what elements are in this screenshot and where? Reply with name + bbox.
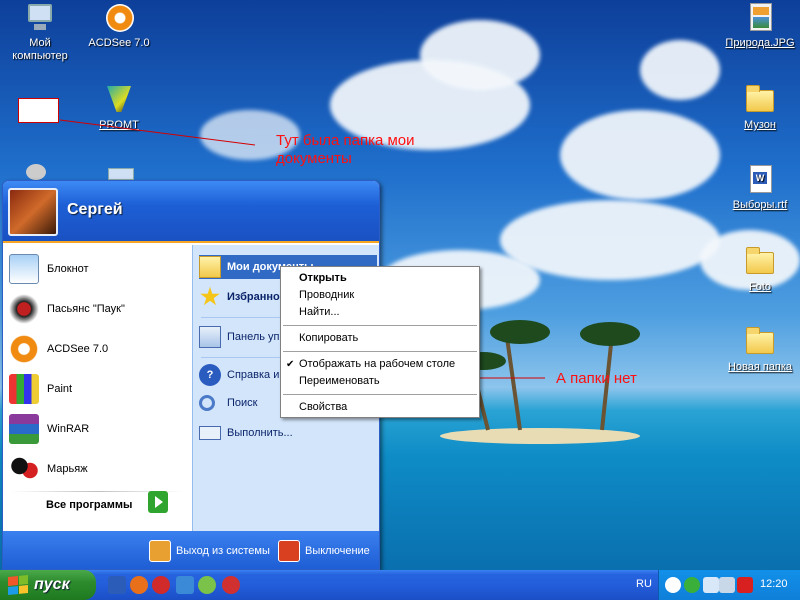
network-icon[interactable]: [703, 577, 719, 593]
acdsee-icon: [9, 334, 39, 364]
antivirus-icon[interactable]: [737, 577, 753, 593]
user-name: Сергей: [67, 201, 123, 218]
ctx-show-on-desktop[interactable]: ✔ Отображать на рабочем столе: [281, 356, 479, 373]
program-spider-solitaire[interactable]: Пасьянс "Паук": [9, 291, 187, 327]
search-icon: [199, 395, 215, 411]
program-maryazh[interactable]: Марьяж: [9, 451, 187, 487]
all-programs-arrow-icon[interactable]: [148, 491, 168, 513]
separator: [283, 394, 477, 395]
start-menu-footer: Выход из системы Выключение: [3, 531, 379, 569]
run-icon: [199, 426, 221, 440]
ctx-copy[interactable]: Копировать: [281, 330, 479, 347]
firefox-icon[interactable]: [130, 576, 148, 594]
program-paint[interactable]: Paint: [9, 371, 187, 407]
mail-at-icon[interactable]: [684, 577, 700, 593]
clock: 12:20: [760, 578, 788, 590]
ctx-show-on-desktop-label: Отображать на рабочем столе: [299, 358, 456, 370]
all-programs-label[interactable]: Все программы: [46, 499, 132, 511]
start-label: пуск: [34, 576, 70, 593]
program-label: ACDSee 7.0: [47, 343, 109, 355]
logoff-label: Выход из системы: [176, 545, 270, 557]
ctx-rename[interactable]: Переименовать: [281, 373, 479, 390]
separator: [283, 325, 477, 326]
ctx-explorer[interactable]: Проводник: [281, 287, 479, 304]
shutdown-label: Выключение: [305, 545, 370, 557]
logoff-key-icon: [149, 540, 171, 562]
help-icon: ?: [199, 364, 221, 386]
program-acdsee[interactable]: ACDSee 7.0: [9, 331, 187, 367]
place-run[interactable]: Выполнить...: [199, 421, 377, 445]
app-icon[interactable]: [176, 576, 194, 594]
spider-solitaire-icon: [9, 294, 39, 324]
favorites-star-icon: ★: [200, 284, 220, 309]
opera-icon[interactable]: [222, 576, 240, 594]
volume-icon[interactable]: [719, 577, 735, 593]
program-label: WinRAR: [47, 423, 90, 435]
program-notepad[interactable]: Блокнот: [9, 251, 187, 287]
start-menu-header: Сергей: [3, 181, 379, 243]
power-icon: [278, 540, 300, 562]
ctx-find[interactable]: Найти...: [281, 304, 479, 321]
context-menu[interactable]: Открыть Проводник Найти... Копировать ✔ …: [280, 266, 480, 418]
ctx-open[interactable]: Открыть: [281, 270, 479, 287]
winrar-icon: [9, 414, 39, 444]
logoff-button[interactable]: Выход из системы: [149, 539, 270, 563]
program-label: Марьяж: [47, 463, 88, 475]
ctx-properties[interactable]: Свойства: [281, 399, 479, 416]
place-label: Поиск: [227, 397, 258, 409]
user-avatar[interactable]: [8, 188, 58, 236]
annotation-was-folder: Тут была папка мои документы: [276, 132, 415, 167]
start-button[interactable]: пуск: [0, 570, 96, 600]
annotation-no-folder: А папки нет: [556, 370, 637, 387]
program-label: Paint: [47, 383, 73, 395]
cards-icon: [9, 454, 39, 484]
paint-icon: [9, 374, 39, 404]
checkmark-icon: ✔: [286, 359, 295, 370]
my-documents-icon: [199, 256, 221, 278]
place-label: Выполнить...: [227, 427, 293, 439]
notepad-icon: [9, 254, 39, 284]
icq-icon[interactable]: [198, 576, 216, 594]
taskbar: пуск RU 12:20: [0, 570, 800, 600]
program-label: Пасьянс "Паук": [47, 303, 125, 315]
skype-icon[interactable]: [152, 576, 170, 594]
word-icon[interactable]: [108, 576, 126, 594]
place-label: Избранное: [227, 291, 286, 303]
control-panel-icon: [199, 326, 221, 348]
shutdown-button[interactable]: Выключение: [278, 539, 370, 563]
start-menu-programs: Блокнот Пасьянс "Паук" ACDSee 7.0 Paint …: [3, 245, 192, 531]
language-indicator[interactable]: RU: [636, 578, 652, 590]
back-arrow-icon[interactable]: [665, 577, 681, 593]
windows-logo-icon: [8, 574, 28, 596]
separator: [283, 351, 477, 352]
program-winrar[interactable]: WinRAR: [9, 411, 187, 447]
program-label: Блокнот: [47, 263, 89, 275]
